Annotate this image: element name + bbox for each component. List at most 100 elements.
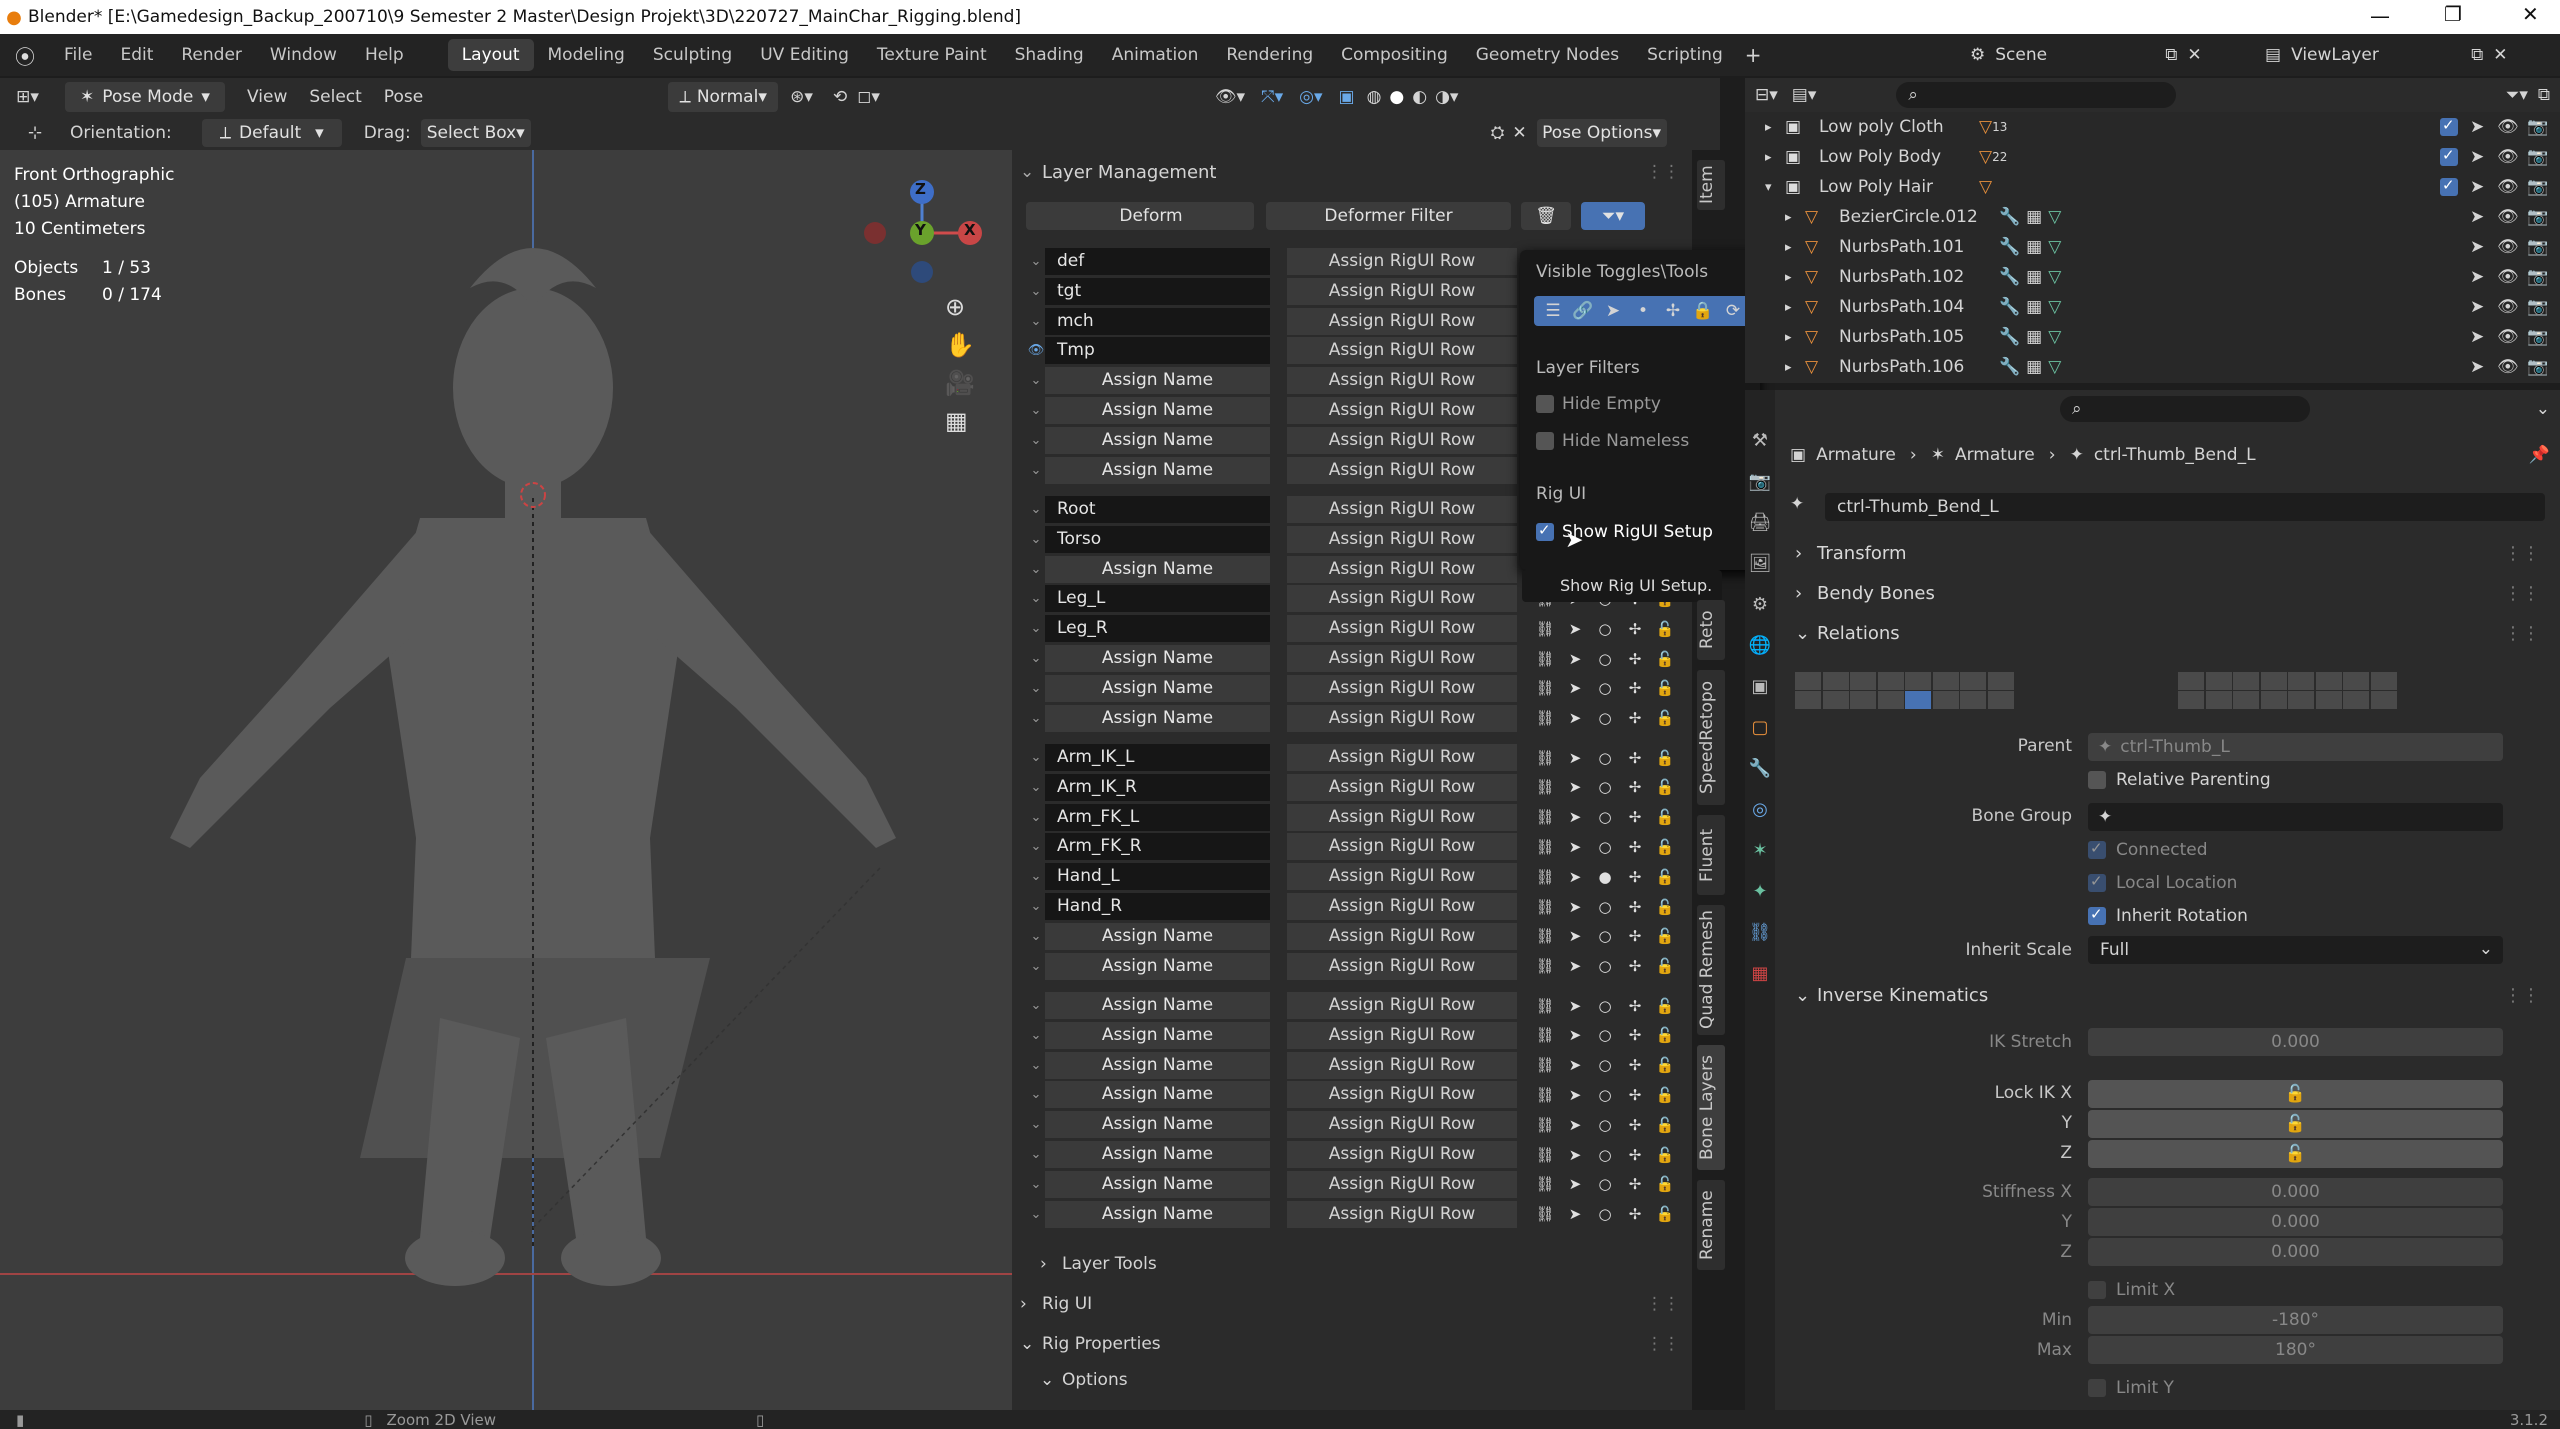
assign-rigui-row-button[interactable]: Assign RigUI Row <box>1287 555 1517 583</box>
texture-tab-icon[interactable]: ▦ <box>1751 963 1768 984</box>
tab-reto[interactable]: Reto <box>1697 600 1725 660</box>
bone-layer-toggle[interactable] <box>2233 672 2259 690</box>
stiffness-y-field[interactable]: 0.000 <box>2088 1208 2503 1236</box>
overlay-icon[interactable]: ◎▾ <box>1299 87 1322 107</box>
inherit-scale-dropdown[interactable]: Full ⌄ <box>2088 936 2503 964</box>
lock-icon[interactable]: 🔓 <box>1650 645 1680 672</box>
assign-rigui-row-button[interactable]: Assign RigUI Row <box>1287 337 1517 365</box>
parent-field[interactable]: ✦ ctrl-Thumb_L <box>2088 733 2503 761</box>
tab-compositing[interactable]: Compositing <box>1327 39 1462 71</box>
assign-rigui-row-button[interactable]: Assign RigUI Row <box>1287 277 1517 305</box>
layer-name-field[interactable]: Arm_FK_L <box>1045 803 1270 831</box>
bone-icon[interactable]: ✢ <box>1620 774 1650 801</box>
bone-group-field[interactable]: ✦ <box>2088 803 2503 831</box>
bone-icon[interactable]: ✢ <box>1620 615 1650 642</box>
tab-item[interactable]: Item <box>1697 160 1725 210</box>
bone-layer-toggle[interactable] <box>2343 691 2369 709</box>
assign-rigui-row-button[interactable]: Assign RigUI Row <box>1287 525 1517 553</box>
rig-ui-section[interactable]: › Rig UI ⋮⋮ <box>1020 1290 1680 1318</box>
lock-icon[interactable]: 🔓 <box>1650 1171 1680 1198</box>
cursor-icon[interactable]: ➤ <box>1560 645 1590 672</box>
tool-tab-icon[interactable]: ⚒ <box>1752 430 1768 451</box>
bone-icon[interactable]: ✢ <box>1620 1052 1650 1079</box>
deformer-filter-button[interactable]: Deformer Filter <box>1266 202 1511 230</box>
visibility-toggle-icon[interactable]: ⌄ <box>1027 248 1045 275</box>
chevron-right-icon[interactable]: ▸ <box>1785 300 1805 315</box>
bone-layer-toggle[interactable] <box>1987 672 2014 690</box>
local-location-option[interactable]: Local Location <box>2088 872 2237 893</box>
link-icon[interactable]: ⛓ <box>1530 1111 1560 1138</box>
assign-rigui-row-button[interactable]: Assign RigUI Row <box>1287 744 1517 771</box>
visibility-toggle-icon[interactable]: ⌄ <box>1027 615 1045 642</box>
layer-name-field[interactable]: Assign Name <box>1045 952 1270 980</box>
limit-y-option[interactable]: Limit Y <box>2088 1378 2174 1398</box>
dot-icon[interactable]: ○ <box>1590 1201 1620 1228</box>
visibility-toggle-icon[interactable]: ⌄ <box>1027 774 1045 801</box>
wireframe-shading-icon[interactable]: ◍ <box>1367 87 1382 107</box>
visibility-toggle-icon[interactable]: ⌄ <box>1027 457 1045 484</box>
outliner-item[interactable]: ▸▣ Low poly Cloth ▽13 ➤ 👁 📷 <box>1745 112 2560 142</box>
bone-layer-toggle[interactable] <box>1795 691 1821 709</box>
select-toggle-icon[interactable]: ➤ <box>2470 237 2484 257</box>
camera-icon[interactable]: 🎥 <box>945 369 975 397</box>
viewlayer-name[interactable]: ViewLayer <box>2291 45 2461 65</box>
assign-rigui-row-button[interactable]: Assign RigUI Row <box>1287 397 1517 424</box>
lock-icon[interactable]: 🔓 <box>1650 893 1680 920</box>
eye-icon[interactable]: 👁 <box>2497 327 2519 347</box>
layer-name-field[interactable]: Assign Name <box>1045 555 1270 583</box>
visibility-toggle-icon[interactable]: ⌄ <box>1027 953 1045 980</box>
visibility-toggle-icon[interactable]: ⌄ <box>1027 1111 1045 1138</box>
xray-icon[interactable]: ▣ <box>1339 87 1355 107</box>
cursor-icon[interactable]: ➤ <box>1560 833 1590 860</box>
outliner-item[interactable]: ▸ ▽ NurbsPath.106 🔧 ▦ ▽ ➤ 👁 📷 <box>1745 352 2560 382</box>
pose-options-icon[interactable]: ⛭ <box>1491 123 1505 143</box>
visibility-toggle-icon[interactable]: ⌄ <box>1027 645 1045 672</box>
dot-icon[interactable]: ○ <box>1590 645 1620 672</box>
limit-max-field[interactable]: 180° <box>2088 1336 2503 1364</box>
visibility-toggle-icon[interactable]: ⌄ <box>1027 893 1045 920</box>
cursor-icon[interactable]: ➤ <box>1560 1171 1590 1198</box>
tab-animation[interactable]: Animation <box>1098 39 1213 71</box>
lock-icon[interactable]: 🔓 <box>1650 1141 1680 1168</box>
bone-layer-toggle[interactable] <box>2260 691 2287 709</box>
layer-name-field[interactable]: def <box>1045 248 1270 275</box>
drag-handle-icon[interactable]: ⋮⋮ <box>2504 623 2540 644</box>
maximize-button[interactable]: ❐ <box>2444 2 2462 26</box>
layer-name-field[interactable]: Hand_L <box>1045 863 1270 891</box>
inverse-kinematics-section[interactable]: ⌄ Inverse Kinematics ⋮⋮ <box>1795 985 2540 1006</box>
layer-name-field[interactable]: Torso <box>1045 525 1270 553</box>
dot-icon[interactable]: ○ <box>1590 1171 1620 1198</box>
bone-layer-toggle[interactable] <box>2343 672 2369 690</box>
assign-rigui-row-button[interactable]: Assign RigUI Row <box>1287 1111 1517 1139</box>
lock-icon[interactable]: 🔓 <box>1650 744 1680 771</box>
select-toggle-icon[interactable]: ➤ <box>2470 117 2484 137</box>
lock-icon[interactable]: 🔓 <box>1650 1081 1680 1108</box>
bone-layer-toggle[interactable] <box>1850 691 1876 709</box>
bone-layer-toggle[interactable] <box>1987 691 2014 709</box>
select-menu[interactable]: Select <box>309 87 361 107</box>
tab-scripting[interactable]: Scripting <box>1633 39 1737 71</box>
bone-icon[interactable]: ✢ <box>1620 1171 1650 1198</box>
list-icon[interactable]: ☰ <box>1538 301 1568 321</box>
visibility-icon[interactable]: 👁▾ <box>1215 87 1245 107</box>
tab-geometry-nodes[interactable]: Geometry Nodes <box>1462 39 1633 71</box>
assign-rigui-row-button[interactable]: Assign RigUI Row <box>1287 496 1517 523</box>
render-toggle-icon[interactable]: 📷 <box>2527 207 2548 227</box>
transform-tool-icon[interactable]: ⊹ <box>0 123 70 143</box>
cursor-icon[interactable]: ➤ <box>1560 1201 1590 1228</box>
lock-icon[interactable]: 🔓 <box>1650 923 1680 950</box>
pose-menu[interactable]: Pose <box>384 87 423 107</box>
blender-menu-icon[interactable]: ⦿ <box>0 41 50 70</box>
menu-help[interactable]: Help <box>351 39 418 71</box>
eye-icon[interactable]: 👁 <box>2497 177 2519 197</box>
tab-uv-editing[interactable]: UV Editing <box>746 39 863 71</box>
bone-layer-toggle[interactable] <box>1960 691 1986 709</box>
cursor-icon[interactable]: ➤ <box>1560 615 1590 642</box>
link-icon[interactable]: ⛓ <box>1530 744 1560 771</box>
editor-type-icon[interactable]: ⊞▾ <box>0 87 55 107</box>
bone-icon[interactable]: ✢ <box>1620 1111 1650 1138</box>
cursor-icon[interactable]: ➤ <box>1560 992 1590 1019</box>
remove-scene-icon[interactable]: ✕ <box>2187 45 2201 65</box>
bone-icon[interactable]: ✢ <box>1620 923 1650 950</box>
bone-icon[interactable]: ✢ <box>1620 1201 1650 1228</box>
